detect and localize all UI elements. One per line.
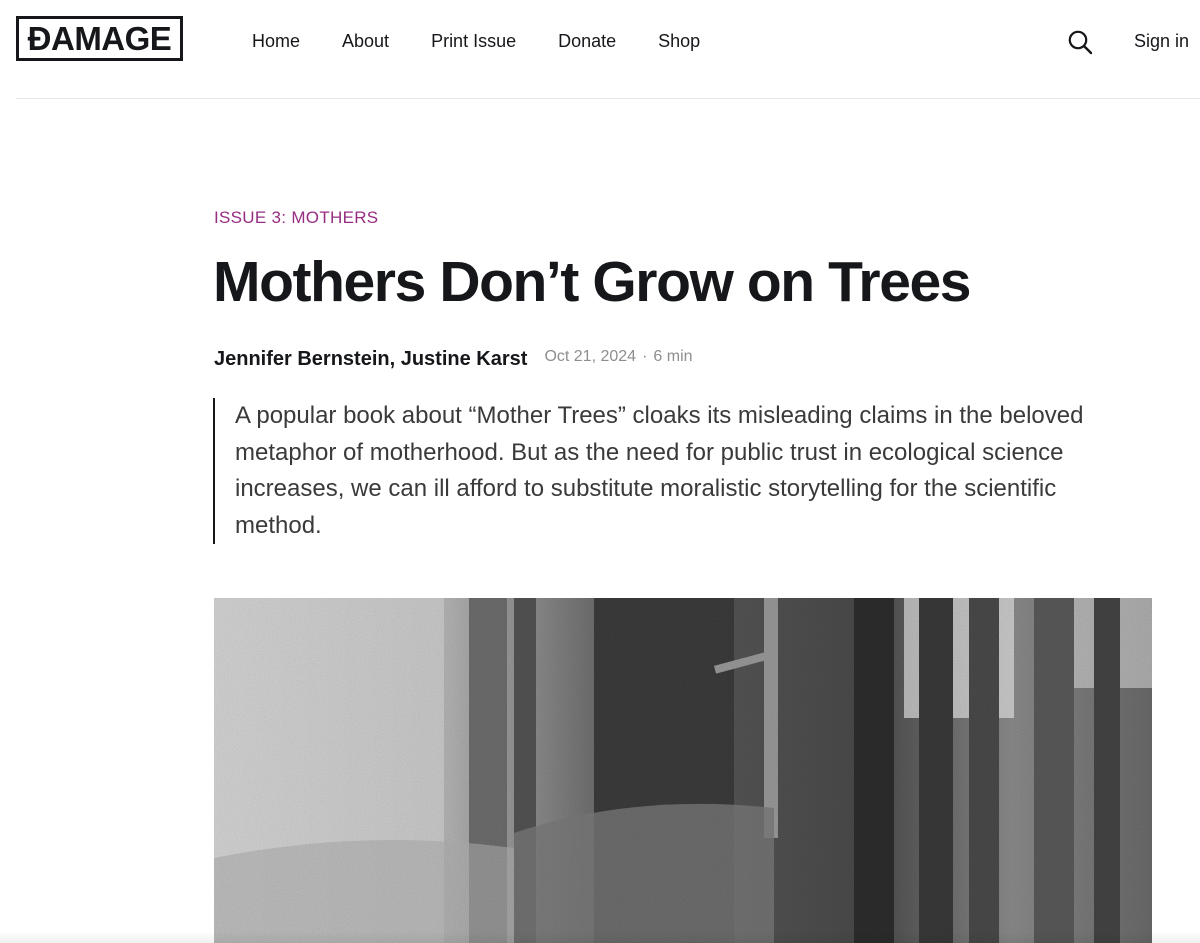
article-excerpt: A popular book about “Mother Trees” cloa…: [213, 398, 1115, 544]
nav-item-donate[interactable]: Donate: [558, 30, 616, 52]
nav-item-home[interactable]: Home: [252, 30, 300, 52]
nav-item-about[interactable]: About: [342, 30, 389, 52]
sign-in-link[interactable]: Sign in: [1134, 30, 1189, 52]
article-byline: Jennifer Bernstein, Justine Karst Oct 21…: [214, 345, 693, 373]
nav-item-print-issue[interactable]: Print Issue: [431, 30, 516, 52]
article-meta: Oct 21, 2024 · 6 min: [544, 347, 692, 367]
meta-separator: ·: [642, 348, 648, 365]
feature-image: [214, 598, 1152, 943]
search-icon[interactable]: [1066, 28, 1094, 56]
article-date: Oct 21, 2024: [544, 348, 637, 365]
article-read-time: 6 min: [653, 348, 693, 365]
nav-item-shop[interactable]: Shop: [658, 30, 700, 52]
article-title: Mothers Don’t Grow on Trees: [213, 250, 972, 314]
site-logo[interactable]: ÐAMAGE: [16, 16, 183, 61]
bottom-shadow: [0, 931, 1200, 943]
site-header: ÐAMAGE Home About Print Issue Donate Sho…: [0, 0, 1200, 98]
main-nav: Home About Print Issue Donate Shop: [252, 30, 742, 52]
article-tag[interactable]: ISSUE 3: MOTHERS: [214, 207, 378, 229]
header-divider: [16, 98, 1200, 99]
forest-photo: [214, 598, 1152, 943]
article-authors[interactable]: Jennifer Bernstein, Justine Karst: [214, 345, 527, 373]
